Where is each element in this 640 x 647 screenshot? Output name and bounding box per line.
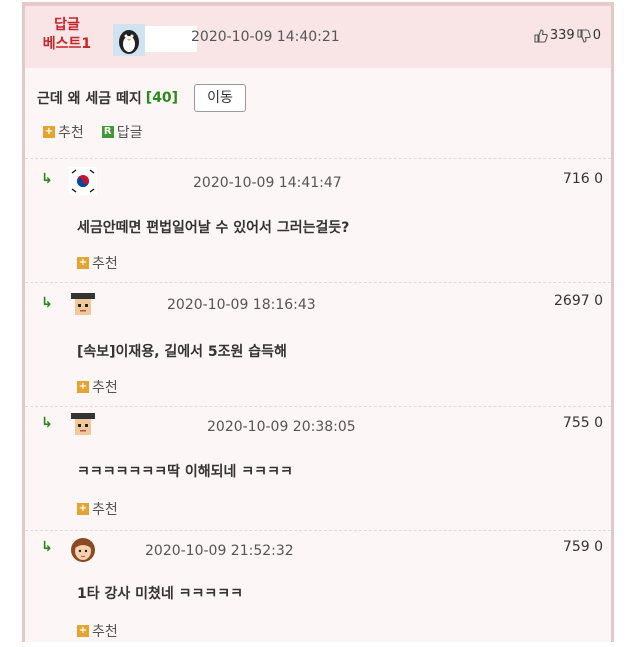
best-label-line2: 베스트1 [42,36,92,52]
reply-arrow-icon: ↳ [41,539,53,555]
plus-icon: + [77,625,89,637]
korea-flag-avatar-icon [69,167,97,195]
comment-text: ㅋㅋㅋㅋㅋㅋㅋ딱 이해되네 ㅋㅋㅋㅋ [77,464,293,480]
comment-recommend-button[interactable]: + 추천 [77,621,118,641]
comment-votes: 2697 0 [554,293,603,309]
comment-votes: 716 0 [562,171,603,187]
comment-date: 2020-10-09 21:52:32 [145,543,294,559]
recommend-label: 추천 [92,256,118,272]
recommend-label: 추천 [92,380,118,396]
post-title[interactable]: 근데 왜 세금 떼지 [37,88,142,108]
plus-icon: + [77,503,89,515]
comment-date: 2020-10-09 14:41:47 [193,175,342,191]
reply-arrow-icon: ↳ [41,295,53,311]
recommend-label: 추천 [92,502,118,518]
original-post-row: 근데 왜 세금 떼지 [40] 이동 [37,84,246,112]
plus-icon: + [43,126,55,138]
comment-item: ↳ 2020-10-09 14:41:47 716 0 세금안떼면 편법일어날 … [25,158,611,283]
comment-text: 세금안떼면 편법일어날 수 있어서 그러는걸듯? [77,220,350,236]
comment-votes: 755 0 [562,415,603,431]
username[interactable] [145,26,197,52]
comment-recommend-button[interactable]: + 추천 [77,253,118,273]
move-button[interactable]: 이동 [194,84,246,112]
penguin-avatar-icon [113,24,145,56]
best-reply-badge: 답글 베스트1 [33,16,101,54]
comment-votes: 759 0 [562,539,603,555]
thumbs-up-icon[interactable] [534,28,548,43]
reply-icon: R [101,126,114,138]
recommend-label: 추천 [92,624,118,640]
reply-arrow-icon: ↳ [41,415,53,431]
reply-button[interactable]: R 답글 [101,122,143,142]
comment-item: ↳ 2020-10-09 18:16:43 2697 0 [속보]이재용, 길에… [25,282,611,407]
comment-text: [속보]이재용, 길에서 5조원 습득해 [77,344,287,360]
vote-counter: 339 0 [534,28,601,43]
recommend-button[interactable]: + 추천 [43,122,84,142]
best-label-line1: 답글 [54,17,80,33]
comment-item: ↳ 2020-10-09 21:52:32 759 0 1타 강사 미쳤네 ㅋㅋ… [25,530,611,642]
plus-icon: + [77,257,89,269]
comment-item: ↳ 2020-10-09 20:38:05 755 0 ㅋㅋㅋㅋㅋㅋㅋ딱 이해되… [25,406,611,531]
thread-panel: 답글 베스트1 2020-10-09 14:40:21 339 0 근데 왜 세… [22,2,614,642]
comment-recommend-button[interactable]: + 추천 [77,499,118,519]
post-actions: + 추천 R 답글 [43,122,161,142]
upvote-count: 339 [549,28,575,43]
graduate-avatar-icon [71,413,95,435]
thumbs-down-icon[interactable] [577,28,591,43]
comment-count: [40] [145,90,179,106]
post-date: 2020-10-09 14:40:21 [191,29,340,45]
girl-avatar-icon [71,538,95,562]
comment-date: 2020-10-09 18:16:43 [167,297,316,313]
comment-date: 2020-10-09 20:38:05 [207,419,356,435]
comment-recommend-button[interactable]: + 추천 [77,377,118,397]
plus-icon: + [77,381,89,393]
recommend-label: 추천 [58,125,84,141]
graduate-avatar-icon [71,293,95,315]
best-reply-header: 답글 베스트1 2020-10-09 14:40:21 339 0 [25,2,611,68]
downvote-count: 0 [592,28,601,43]
reply-label: 답글 [116,125,143,141]
comment-text: 1타 강사 미쳤네 ㅋㅋㅋㅋㅋ [77,586,244,602]
reply-arrow-icon: ↳ [41,171,53,187]
